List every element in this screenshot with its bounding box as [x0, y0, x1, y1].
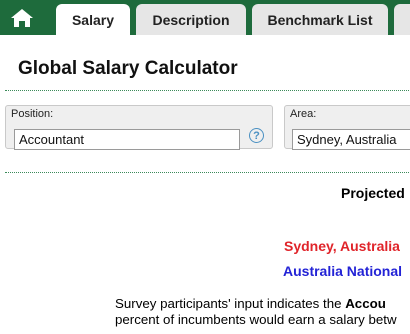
- tab-benchmark-list-label: Benchmark List: [267, 11, 373, 28]
- position-input[interactable]: Accountant: [14, 129, 240, 150]
- survey-text-line2: percent of incumbents would earn a salar…: [115, 312, 397, 327]
- survey-text-line1: Survey participants' input indicates the…: [115, 296, 386, 311]
- projected-heading: Projected: [341, 185, 405, 201]
- national-result-label: Australia National: [283, 263, 403, 279]
- tab-salary-label: Salary: [71, 11, 115, 28]
- survey-text-prefix: Survey participants' input indicates the: [115, 296, 346, 311]
- divider-top: [5, 90, 410, 91]
- tab-more[interactable]: [394, 4, 410, 35]
- tab-description-label: Description: [152, 11, 230, 28]
- help-icon[interactable]: ?: [249, 128, 264, 143]
- tab-salary[interactable]: Salary: [56, 4, 130, 35]
- city-result-label: Sydney, Australia: [284, 238, 400, 254]
- home-icon: [11, 8, 33, 27]
- divider-middle: [5, 172, 410, 173]
- page-title: Global Salary Calculator: [18, 58, 238, 79]
- top-tab-bar: Salary Description Benchmark List: [0, 0, 410, 35]
- area-select[interactable]: Sydney, Australia: [292, 129, 410, 150]
- home-button[interactable]: [0, 0, 44, 35]
- area-label: Area:: [290, 108, 317, 120]
- survey-position-name: Accou: [345, 296, 386, 311]
- tab-description[interactable]: Description: [136, 4, 246, 35]
- tab-benchmark-list[interactable]: Benchmark List: [252, 4, 388, 35]
- position-label: Position:: [11, 108, 54, 120]
